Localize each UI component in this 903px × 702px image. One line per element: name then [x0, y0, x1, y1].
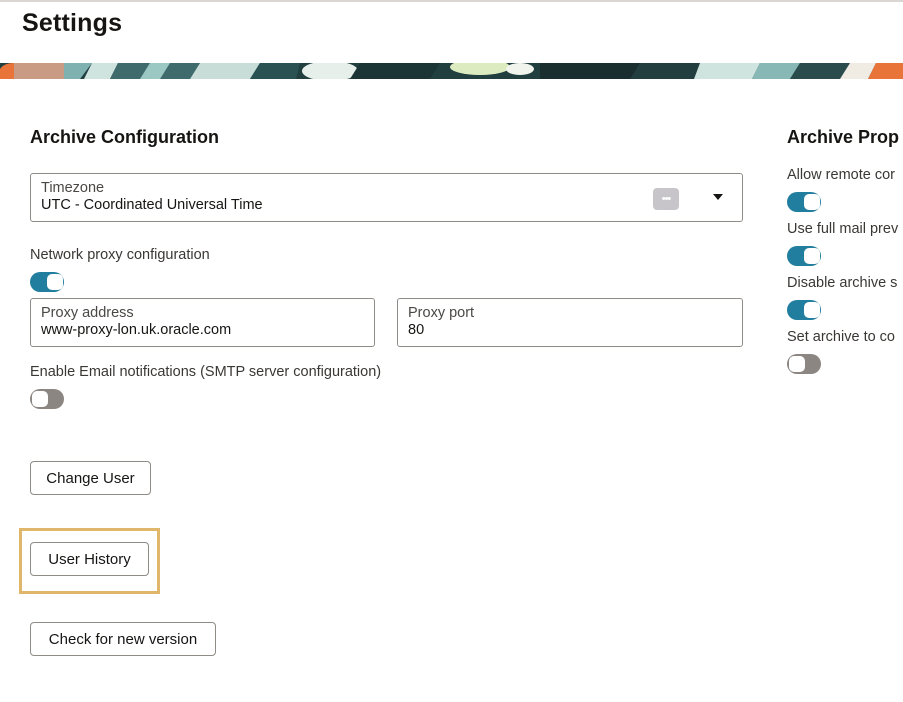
archive-properties-title: Archive Prop — [787, 127, 900, 147]
set-archive-toggle[interactable] — [787, 354, 821, 374]
toggle-knob — [804, 194, 820, 210]
change-user-button[interactable]: Change User — [30, 461, 151, 495]
toggle-knob — [804, 248, 820, 264]
timezone-select[interactable]: Timezone UTC - Coordinated Universal Tim… — [30, 173, 743, 222]
proxy-address-value: www-proxy-lon.uk.oracle.com — [41, 322, 232, 338]
user-history-button[interactable]: User History — [30, 542, 149, 576]
timezone-value: UTC - Coordinated Universal Time — [41, 197, 263, 213]
toggle-knob — [789, 356, 805, 372]
network-proxy-label: Network proxy configuration — [30, 247, 210, 263]
toggle-knob — [47, 274, 63, 290]
allow-remote-label: Allow remote cor — [787, 167, 895, 183]
toggle-knob — [804, 302, 820, 318]
email-notifications-toggle[interactable] — [30, 389, 64, 409]
disable-archive-label: Disable archive s — [787, 275, 898, 291]
decorative-banner — [0, 63, 903, 79]
set-archive-label: Set archive to co — [787, 329, 895, 345]
proxy-address-label: Proxy address — [41, 305, 134, 321]
allow-remote-toggle[interactable] — [787, 192, 821, 212]
more-options-icon[interactable]: ••• — [653, 188, 679, 210]
page-title: Settings — [22, 9, 123, 37]
timezone-label: Timezone — [41, 180, 105, 196]
disable-archive-toggle[interactable] — [787, 300, 821, 320]
network-proxy-toggle[interactable] — [30, 272, 64, 292]
proxy-port-value: 80 — [408, 322, 425, 338]
toggle-knob — [32, 391, 48, 407]
top-divider — [0, 0, 903, 2]
proxy-port-field[interactable]: Proxy port 80 — [397, 298, 743, 347]
full-mail-preview-toggle[interactable] — [787, 246, 821, 266]
email-notifications-label: Enable Email notifications (SMTP server … — [30, 364, 382, 380]
check-new-version-button[interactable]: Check for new version — [30, 622, 216, 656]
proxy-address-field[interactable]: Proxy address www-proxy-lon.uk.oracle.co… — [30, 298, 375, 347]
chevron-down-icon[interactable] — [713, 194, 723, 200]
full-mail-preview-label: Use full mail prev — [787, 221, 899, 237]
proxy-port-label: Proxy port — [408, 305, 475, 321]
archive-configuration-title: Archive Configuration — [30, 127, 220, 147]
